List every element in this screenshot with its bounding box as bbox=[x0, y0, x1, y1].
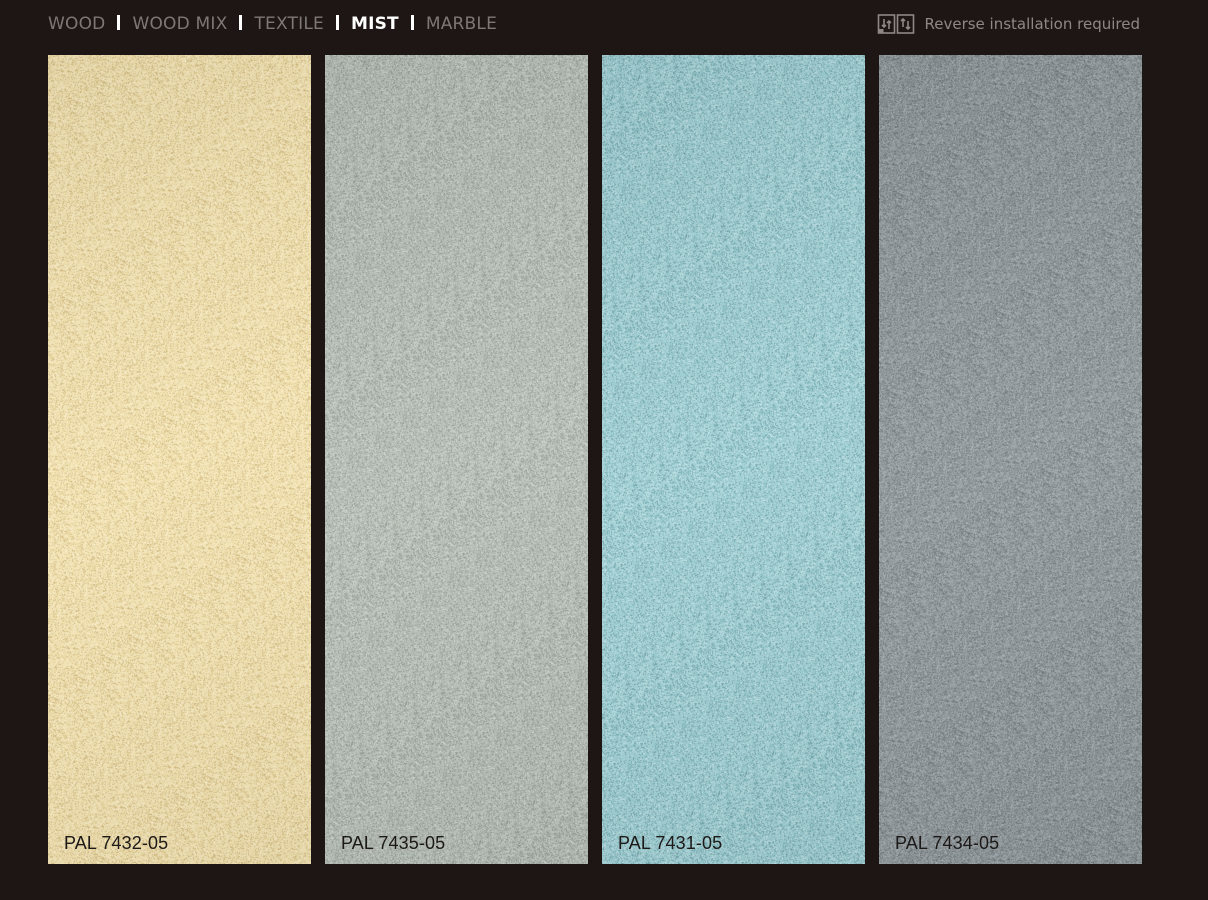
tab-wood[interactable]: WOOD bbox=[48, 10, 105, 38]
swatch-texture bbox=[602, 55, 865, 864]
swatch-card[interactable]: PAL 7431-05 bbox=[602, 55, 865, 864]
tab-separator bbox=[239, 14, 243, 30]
tab-mist[interactable]: MIST bbox=[351, 10, 399, 38]
tab-wood-mix[interactable]: WOOD MIX bbox=[132, 10, 227, 38]
swatch-card[interactable]: PAL 7435-05 bbox=[325, 55, 588, 864]
top-bar: WOOD WOOD MIX TEXTILE MIST MARBLE Revers… bbox=[48, 10, 1142, 38]
tab-separator bbox=[335, 14, 339, 30]
swatch-grid: PAL 7432-05 PAL 7435-05 PAL 7431-05 PAL … bbox=[48, 55, 1142, 864]
installation-notice: Reverse installation required bbox=[877, 10, 1140, 38]
swatch-texture bbox=[879, 55, 1142, 864]
swatch-code: PAL 7434-05 bbox=[895, 833, 1000, 853]
swatch-card[interactable]: PAL 7434-05 bbox=[879, 55, 1142, 864]
swatch-code: PAL 7432-05 bbox=[64, 833, 169, 853]
tab-textile[interactable]: TEXTILE bbox=[254, 10, 323, 38]
tab-marble[interactable]: MARBLE bbox=[426, 10, 497, 38]
swatch-code: PAL 7431-05 bbox=[618, 833, 723, 853]
swatch-code: PAL 7435-05 bbox=[341, 833, 446, 853]
tab-separator bbox=[410, 14, 414, 30]
tab-separator bbox=[117, 14, 121, 30]
reverse-installation-icon bbox=[877, 12, 915, 36]
swatch-texture bbox=[325, 55, 588, 864]
swatch-texture bbox=[48, 55, 311, 864]
notice-text: Reverse installation required bbox=[924, 15, 1140, 33]
swatch-card[interactable]: PAL 7432-05 bbox=[48, 55, 311, 864]
collection-tabs: WOOD WOOD MIX TEXTILE MIST MARBLE bbox=[48, 10, 497, 38]
